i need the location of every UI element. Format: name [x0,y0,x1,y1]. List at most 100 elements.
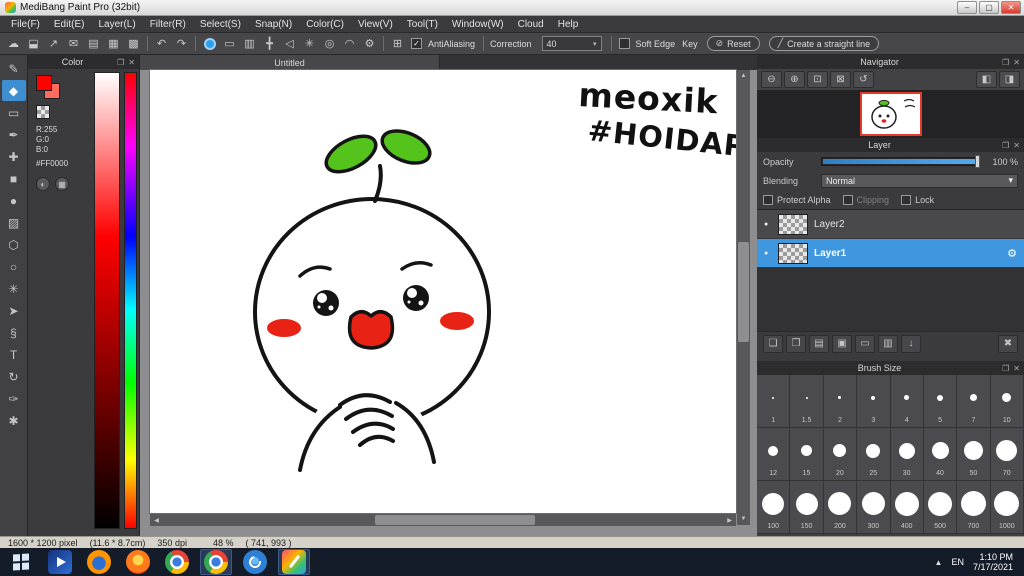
tool-eraser[interactable]: ◆ [1,80,26,101]
menu-item-help[interactable]: Help [551,16,586,32]
zoom-fit-icon[interactable]: ⊡ [807,71,828,88]
snap-parallel-icon[interactable]: ▥ [240,35,259,53]
language-indicator[interactable]: EN [951,557,964,567]
brush-size-option[interactable]: 2 [823,375,858,428]
lock-option[interactable]: Lock [901,194,934,205]
popout-icon[interactable]: ❐ [1002,364,1009,373]
layer-thumbnail[interactable] [778,213,808,235]
menu-item-edit[interactable]: Edit(E) [47,16,92,32]
opacity-slider-handle[interactable] [975,155,980,168]
vertical-scrollbar[interactable]: ▲ ▼ [737,70,750,525]
foreground-color-swatch[interactable] [36,75,52,91]
drawing-canvas[interactable]: meoxik #HOIDAP [150,70,736,513]
tool-rotate[interactable]: ↻ [2,366,26,387]
menu-item-tool[interactable]: Tool(T) [400,16,445,32]
clipping-checkbox[interactable] [842,194,853,205]
brush-size-option[interactable]: 7 [957,375,991,428]
hue-bar[interactable] [124,72,137,529]
tool-lasso[interactable]: ⬡ [2,234,26,255]
lock-checkbox[interactable] [901,194,912,205]
menu-item-filter[interactable]: Filter(R) [143,16,193,32]
grid-toggle-icon[interactable]: ⊞ [388,35,407,53]
navigator-thumbnail[interactable] [859,92,922,136]
snap-settings-icon[interactable]: ⚙ [360,35,379,53]
active-brush-indicator[interactable] [200,35,219,53]
brush-size-option[interactable]: 150 [790,481,824,534]
brush-size-option[interactable]: 4 [890,375,924,428]
brush-size-option[interactable]: 200 [823,481,858,534]
menu-item-window[interactable]: Window(W) [445,16,511,32]
tool-move[interactable]: ✚ [2,146,26,167]
start-button[interactable] [5,549,37,575]
brush-size-option[interactable]: 20 [823,428,858,481]
redo-button[interactable]: ↷ [172,35,191,53]
popout-icon[interactable]: ❐ [1002,58,1009,67]
tool-hand[interactable]: ✱ [2,410,26,431]
reset-button[interactable]: ⊘ Reset [706,36,760,51]
flip-right-icon[interactable]: ◨ [999,71,1020,88]
menu-item-file[interactable]: File(F) [4,16,47,32]
visibility-icon[interactable]: ● [764,250,772,257]
correction-dropdown[interactable]: 40 ▾ [541,36,602,51]
tool-shape[interactable]: ■ [2,168,26,189]
taskbar-app-chrome[interactable] [161,549,193,575]
taskbar-clock[interactable]: 1:10 PM 7/17/2021 [973,552,1013,572]
soft-edge-checkbox[interactable] [618,38,630,49]
taskbar-app-chrome-open[interactable] [200,549,232,575]
tool-brush[interactable]: ✎ [2,58,26,79]
horizontal-scroll-track[interactable] [163,514,723,526]
brush-size-option[interactable]: 5 [923,375,958,428]
menu-item-view[interactable]: View(V) [351,16,400,32]
menu-item-snap[interactable]: Snap(N) [248,16,299,32]
brush-size-option[interactable]: 700 [957,481,991,534]
tool-operation[interactable]: § [2,322,26,343]
layer-row-layer1[interactable]: ● Layer1 ⚙ [757,239,1024,268]
scroll-left-icon[interactable]: ◀ [150,514,163,526]
cloud-icon[interactable]: ☁ [4,35,23,53]
maximize-button[interactable]: ▢ [979,1,999,14]
delete-layer-icon[interactable]: ✖ [998,334,1018,353]
layer-property-icon[interactable]: ▤ [809,334,829,353]
brush-size-option[interactable]: 25 [857,428,891,481]
popout-icon[interactable]: ❐ [1002,141,1009,150]
tray-expand-icon[interactable]: ▲ [935,558,943,567]
scroll-right-icon[interactable]: ▶ [723,514,736,526]
zoom-actual-icon[interactable]: ⊠ [830,71,851,88]
visibility-icon[interactable]: ● [764,221,772,228]
transfer-layer-icon[interactable]: ▥ [878,334,898,353]
opacity-slider[interactable] [821,155,980,168]
close-button[interactable]: ✕ [1001,1,1021,14]
rotate-reset-icon[interactable]: ↺ [853,71,874,88]
brush-size-option[interactable]: 1000 [990,481,1024,534]
snap-vanishing-icon[interactable]: ◁ [280,35,299,53]
popout-icon[interactable]: ❐ [117,58,124,67]
brush-size-option[interactable]: 3 [857,375,891,428]
snap-circle-icon[interactable]: ◎ [320,35,339,53]
menu-item-cloud[interactable]: Cloud [511,16,551,32]
save-icon[interactable]: ⬓ [24,35,43,53]
tool-magic-wand[interactable]: ✳ [2,278,26,299]
grid-icon[interactable]: ▦ [104,35,123,53]
brush-size-option[interactable]: 15 [790,428,824,481]
layer-row-layer2[interactable]: ● Layer2 [757,210,1024,239]
brush-size-option[interactable]: 30 [890,428,924,481]
tool-marquee[interactable]: ▭ [2,102,26,123]
clipping-option[interactable]: Clipping [842,194,889,205]
horizontal-scrollbar[interactable]: ◀ ▶ [150,514,736,526]
brush-size-option[interactable]: 300 [857,481,891,534]
gear-icon[interactable]: ⚙ [1007,247,1017,260]
duplicate-layer-icon[interactable]: ❐ [786,334,806,353]
protect-alpha-checkbox[interactable] [763,194,773,205]
material-icon[interactable]: ▩ [124,35,143,53]
layer-thumbnail[interactable] [778,242,808,264]
tool-text[interactable]: T [2,344,26,365]
brush-size-option[interactable]: 400 [890,481,924,534]
close-icon[interactable]: ✕ [128,58,135,67]
tool-gradient[interactable]: ▨ [2,212,26,233]
tool-ellipse-select[interactable]: ○ [2,256,26,277]
snap-radial-icon[interactable]: ✳ [300,35,319,53]
swap-color-icon[interactable]: ◐ [36,177,50,191]
protect-alpha-option[interactable]: Protect Alpha [763,194,831,205]
navigator-viewport[interactable] [757,90,1024,138]
brush-size-option[interactable]: 100 [757,481,791,534]
